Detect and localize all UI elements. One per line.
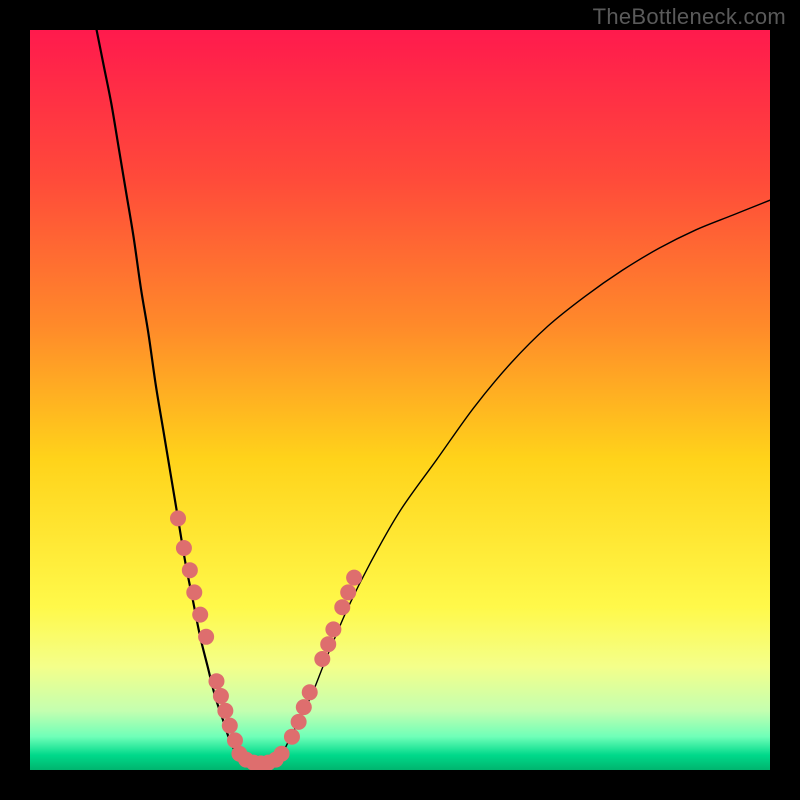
marker-dot — [192, 607, 208, 623]
marker-dot — [274, 746, 290, 762]
marker-dot — [346, 570, 362, 586]
marker-dot — [325, 621, 341, 637]
marker-dot — [222, 718, 238, 734]
marker-dot — [198, 629, 214, 645]
marker-dot — [176, 540, 192, 556]
marker-dot — [217, 703, 233, 719]
bottleneck-chart — [30, 30, 770, 770]
chart-frame: TheBottleneck.com — [0, 0, 800, 800]
marker-dot — [302, 684, 318, 700]
marker-dot — [334, 599, 350, 615]
marker-dot — [340, 584, 356, 600]
plot-area — [30, 30, 770, 770]
marker-dot — [284, 729, 300, 745]
marker-dot — [291, 714, 307, 730]
gradient-background — [30, 30, 770, 770]
marker-dot — [314, 651, 330, 667]
marker-dot — [182, 562, 198, 578]
watermark-label: TheBottleneck.com — [593, 4, 786, 30]
marker-dot — [296, 699, 312, 715]
marker-dot — [320, 636, 336, 652]
marker-dot — [186, 584, 202, 600]
marker-dot — [208, 673, 224, 689]
marker-dot — [170, 510, 186, 526]
marker-dot — [213, 688, 229, 704]
